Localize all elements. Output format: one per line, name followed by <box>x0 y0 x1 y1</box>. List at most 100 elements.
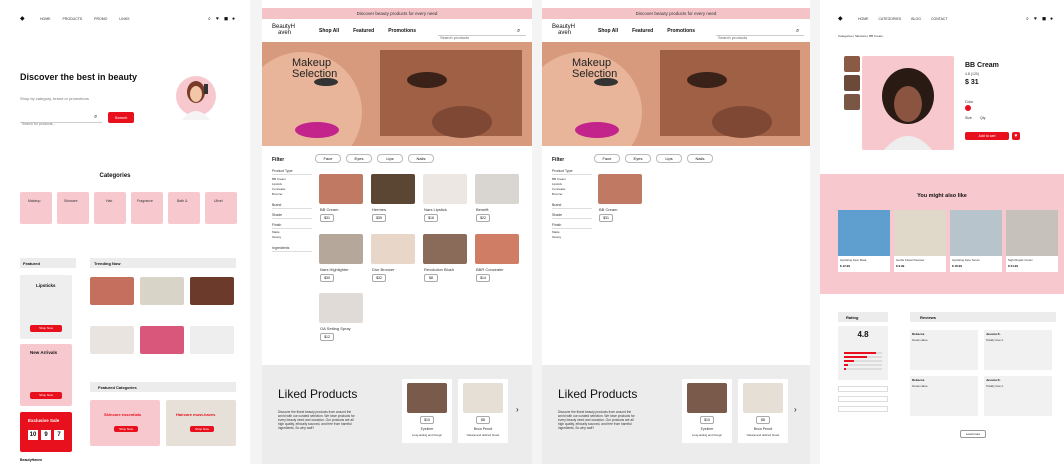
trending-product-image[interactable] <box>190 326 234 354</box>
category-skincare[interactable]: Skincare <box>57 192 89 224</box>
skincare-essentials-card[interactable]: Skincare essentials Shop Now <box>90 400 160 446</box>
product-price[interactable]: $16 <box>424 214 438 222</box>
user-icon[interactable]: ● <box>1050 16 1053 22</box>
filter-checkbox[interactable]: BB Cream <box>552 177 592 181</box>
nav-shop-all[interactable]: Shop All <box>598 28 618 34</box>
search-icon[interactable]: ⌕ <box>517 28 520 34</box>
product-price[interactable]: $22 <box>476 214 490 222</box>
nav-categories[interactable]: CATEGORIES <box>879 17 902 21</box>
filter-select[interactable] <box>838 386 888 392</box>
product-image[interactable] <box>371 234 415 264</box>
product-price[interactable]: $30 <box>320 274 334 282</box>
product-price[interactable]: $14 <box>476 274 490 282</box>
heart-icon[interactable]: ♥ <box>216 16 219 22</box>
shop-now-button[interactable]: Shop Now <box>190 426 214 432</box>
filter-checkbox[interactable]: Matte <box>272 230 312 234</box>
recommendation-card[interactable]: Hydrating Face Serum $ 18.99 <box>950 210 1002 272</box>
nav-promo[interactable]: PROMO <box>94 17 107 21</box>
nav-home[interactable]: HOME <box>40 17 51 21</box>
recommendation-card[interactable]: Night Repair Cream $ 24.99 <box>1006 210 1058 272</box>
nav-promotions[interactable]: Promotions <box>388 28 416 34</box>
search-icon[interactable]: ⌕ <box>1026 16 1029 22</box>
nav-home[interactable]: HOME <box>858 17 869 21</box>
shop-now-button[interactable]: Shop Now <box>30 392 62 399</box>
wishlist-button[interactable]: ♥ <box>1012 132 1020 140</box>
nav-shop-all[interactable]: Shop All <box>319 28 339 34</box>
chevron-right-icon[interactable]: › <box>516 406 519 414</box>
cart-icon[interactable]: ◼ <box>224 16 228 22</box>
nav-promotions[interactable]: Promotions <box>667 28 695 34</box>
product-image[interactable] <box>475 234 519 264</box>
breadcrumb[interactable]: Categories | Skincare | BB Cream <box>838 34 883 38</box>
category-fragrance[interactable]: Fragrance <box>131 192 163 224</box>
filter-checkbox[interactable]: Concealer <box>272 187 312 191</box>
filter-checkbox[interactable]: Lipstick <box>552 182 592 186</box>
user-icon[interactable]: ● <box>232 16 235 22</box>
hero-search-button[interactable]: Search <box>108 112 134 123</box>
add-to-cart-button[interactable]: Add to cart <box>965 132 1009 140</box>
filter-tab-eyes[interactable]: Eyes <box>625 154 651 163</box>
liked-item-card[interactable]: $10 Eyeliner Long-lasting and thougn <box>402 379 452 443</box>
product-price[interactable]: $31 <box>599 214 613 222</box>
heart-icon[interactable]: ♥ <box>1034 16 1037 22</box>
nav-featured[interactable]: Featured <box>353 28 374 34</box>
logo-icon[interactable]: ◆ <box>20 16 25 22</box>
nav-featured[interactable]: Featured <box>632 28 653 34</box>
product-image[interactable] <box>319 174 363 204</box>
filter-checkbox[interactable]: Lipstick <box>272 182 312 186</box>
product-image[interactable] <box>319 293 363 323</box>
new-arrivals-card[interactable]: New Arrivals Shop Now <box>20 344 72 406</box>
category-bath[interactable]: Bath & <box>168 192 200 224</box>
logo[interactable]: BeautyH aven <box>552 24 575 36</box>
logo-icon[interactable]: ◆ <box>838 16 843 22</box>
category-hair[interactable]: Hair <box>94 192 126 224</box>
load-more-button[interactable]: Load more <box>960 430 986 438</box>
trending-product-image[interactable] <box>90 277 134 305</box>
search-icon[interactable]: ⌕ <box>208 16 211 22</box>
product-price[interactable]: $35 <box>372 214 386 222</box>
product-image[interactable] <box>475 174 519 204</box>
trending-product-image[interactable] <box>190 277 234 305</box>
nav-links[interactable]: LINKS <box>119 17 129 21</box>
hero-search-input[interactable]: Search for products... <box>20 112 102 126</box>
filter-checkbox[interactable]: Glossy <box>272 235 312 239</box>
shop-now-button[interactable]: Shop Now <box>114 426 138 432</box>
filter-tab-eyes[interactable]: Eyes <box>346 154 372 163</box>
nav-contact[interactable]: CONTACT <box>931 17 948 21</box>
product-price[interactable]: $31 <box>320 214 334 222</box>
liked-item-card[interactable]: $8 Brow Pencil Natural and defined brows <box>458 379 508 443</box>
store-search-input[interactable]: Search products <box>716 26 804 40</box>
haircare-card[interactable]: Haircare must-haves Shop Now <box>166 400 236 446</box>
chevron-right-icon[interactable]: › <box>794 406 797 414</box>
recommendation-card[interactable]: Gentle Facial Cleanser $ 9.99 <box>894 210 946 272</box>
filter-checkbox[interactable]: Matte <box>552 230 592 234</box>
search-icon[interactable]: ⌕ <box>796 28 799 34</box>
filter-tab-face[interactable]: Face <box>594 154 620 163</box>
filter-checkbox[interactable]: Glossy <box>552 235 592 239</box>
product-image[interactable] <box>598 174 642 204</box>
thumbnail-image[interactable] <box>844 75 860 91</box>
store-search-input[interactable]: Search products <box>438 26 526 40</box>
product-image[interactable] <box>319 234 363 264</box>
filter-checkbox[interactable]: Concealer <box>552 187 592 191</box>
nav-products[interactable]: PRODUCTS <box>63 17 83 21</box>
product-price[interactable]: $8 <box>424 274 438 282</box>
product-image[interactable] <box>423 174 467 204</box>
product-price[interactable]: $12 <box>320 333 334 341</box>
filter-tab-lips[interactable]: Lips <box>377 154 403 163</box>
category-makeup[interactable]: Makeup <box>20 192 52 224</box>
recommendation-card[interactable]: Hydrating Face Mask $ 12.99 <box>838 210 890 272</box>
thumbnail-image[interactable] <box>844 56 860 72</box>
filter-checkbox[interactable]: Bronzer <box>552 192 592 196</box>
filter-checkbox[interactable]: Bronzer <box>272 192 312 196</box>
product-image[interactable] <box>371 174 415 204</box>
exclusive-sale-card[interactable]: Exclusive Sale 10 9 7 <box>20 412 72 452</box>
color-swatch[interactable] <box>965 105 971 111</box>
product-price[interactable]: $32 <box>372 274 386 282</box>
filter-select[interactable] <box>838 396 888 402</box>
filter-tab-nails[interactable]: Nails <box>687 154 713 163</box>
shop-now-button[interactable]: Shop Now <box>30 325 62 332</box>
category-ulixel[interactable]: Ulixel <box>205 192 237 224</box>
trending-product-image[interactable] <box>140 326 184 354</box>
lipsticks-card[interactable]: Lipsticks Shop Now <box>20 275 72 339</box>
